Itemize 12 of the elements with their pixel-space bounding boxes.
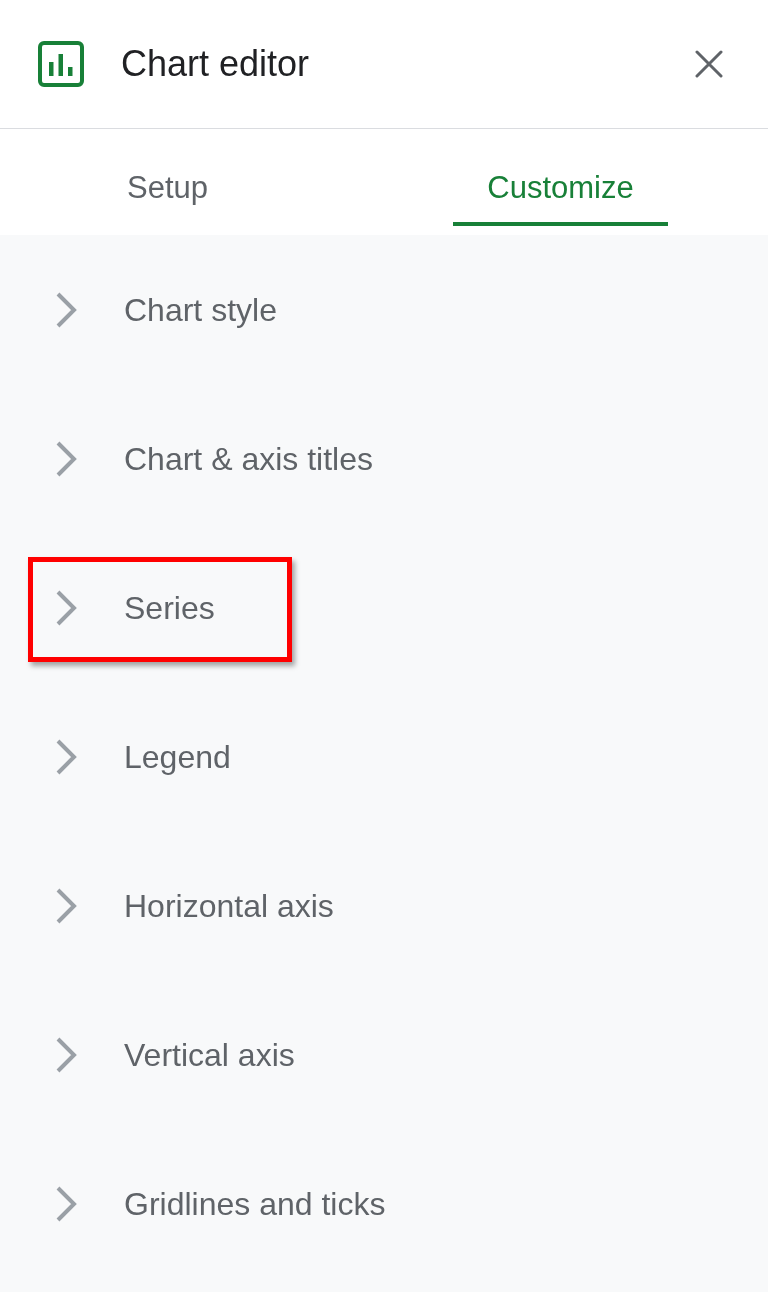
section-header[interactable]: Chart & axis titles [50, 440, 373, 477]
section-header[interactable]: Series [50, 589, 215, 626]
tab[interactable]: Customize [453, 129, 668, 226]
section-header[interactable]: Legend [50, 738, 231, 775]
section-header[interactable]: Vertical axis [50, 1036, 295, 1073]
section-header[interactable]: Horizontal axis [50, 887, 334, 924]
tab[interactable]: Setup [60, 129, 275, 226]
panel-title: Chart editor [121, 46, 310, 82]
chart-icon [38, 41, 84, 87]
section-header[interactable]: Gridlines and ticks [50, 1185, 386, 1222]
section-header[interactable]: Chart style [50, 291, 277, 328]
close-icon [695, 50, 723, 78]
